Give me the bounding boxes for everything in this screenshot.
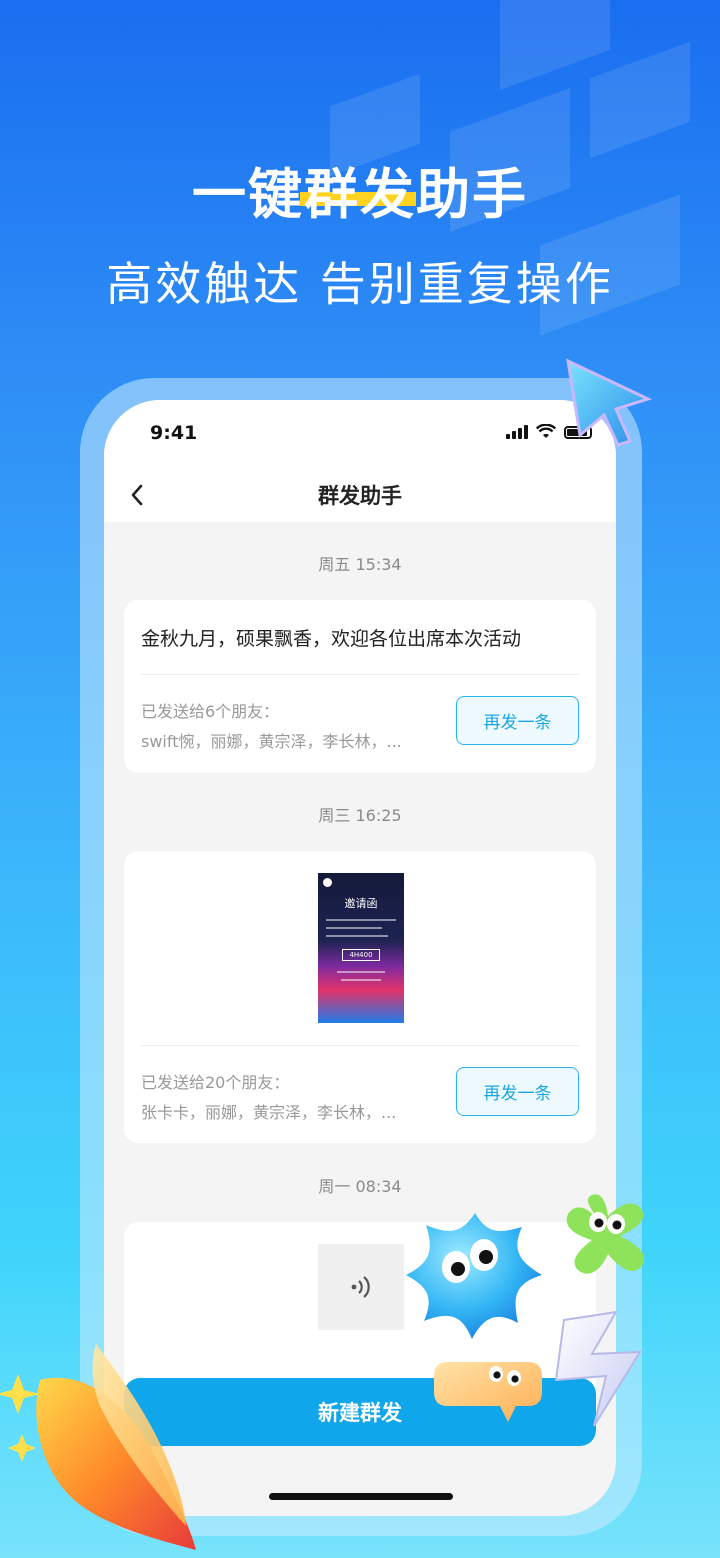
poster-title: 邀请函 xyxy=(344,897,378,910)
poster-text-line xyxy=(326,927,382,929)
lightning-bolt-icon xyxy=(554,1310,642,1427)
page-title: 群发助手 xyxy=(318,484,402,508)
message-timestamp: 周一 08:34 xyxy=(318,1177,402,1196)
status-time: 9:41 xyxy=(150,422,198,444)
green-cross-mascot-icon xyxy=(566,1194,645,1274)
recipient-list: swift惋，丽娜，黄宗泽，李长林，... xyxy=(141,732,402,751)
cursor-arrow-icon xyxy=(566,358,653,447)
home-indicator xyxy=(269,1493,453,1500)
nav-bar: 群发助手 xyxy=(104,470,616,522)
message-text: 金秋九月，硕果飘香，欢迎各位出席本次活动 xyxy=(141,628,522,650)
card-divider xyxy=(141,674,579,675)
poster-text-line xyxy=(326,919,396,921)
background-cube xyxy=(590,41,690,159)
recipient-list: 张卡卡，丽娜，黄宗泽，李长林，... xyxy=(141,1103,397,1122)
message-timestamp: 周三 16:25 xyxy=(318,806,402,825)
signal-icon xyxy=(506,425,528,439)
message-card: 金秋九月，硕果飘香，欢迎各位出席本次活动 已发送给6个朋友： swift惋，丽娜… xyxy=(124,600,596,773)
wifi-icon xyxy=(536,424,556,438)
blue-star-mascot-icon xyxy=(406,1213,542,1339)
poster-logo xyxy=(323,878,332,887)
resend-button[interactable]: 再发一条 xyxy=(456,696,579,745)
sent-count-label: 已发送给20个朋友： xyxy=(141,1073,290,1092)
invitation-poster-image[interactable]: 邀请函 4H400 xyxy=(318,873,404,1023)
chat-bubble-mascot-icon xyxy=(434,1362,542,1422)
promo-headline: 一键群发助手 xyxy=(192,163,528,226)
voice-icon xyxy=(351,1276,370,1298)
resend-button[interactable]: 再发一条 xyxy=(456,1067,579,1116)
sent-count-label: 已发送给6个朋友： xyxy=(141,702,280,721)
poster-text-line xyxy=(341,979,381,981)
poster-code: 4H400 xyxy=(342,949,380,961)
poster-text-line xyxy=(337,971,385,973)
card-divider xyxy=(141,1045,579,1046)
promo-subline: 高效触达 告别重复操作 xyxy=(106,257,614,311)
voice-message[interactable] xyxy=(318,1244,404,1330)
status-bar: 9:41 xyxy=(104,400,616,470)
message-timestamp: 周五 15:34 xyxy=(318,555,402,574)
party-popper-icon xyxy=(0,1344,196,1550)
message-card: 邀请函 4H400 已发送给20个朋友： 张卡卡，丽娜，黄宗泽，李长林，... … xyxy=(124,851,596,1143)
poster-text-line xyxy=(326,935,388,937)
